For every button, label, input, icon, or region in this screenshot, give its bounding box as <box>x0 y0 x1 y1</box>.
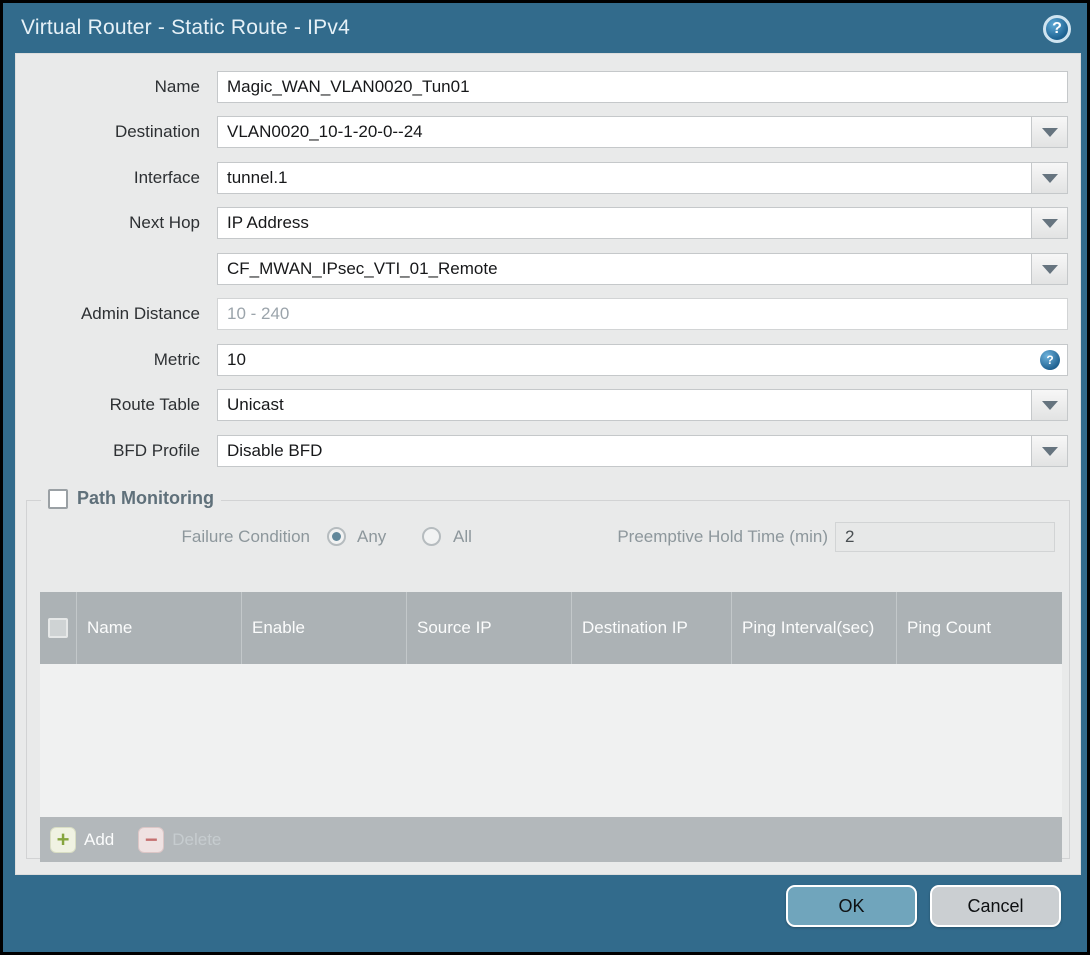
chevron-down-icon <box>1041 173 1058 183</box>
chevron-down-icon <box>1041 127 1058 137</box>
column-header-destination-ip: Destination IP <box>572 592 732 664</box>
chevron-down-icon <box>1041 400 1058 410</box>
route-table-input[interactable] <box>217 389 1032 421</box>
failure-condition-any-radio[interactable] <box>327 527 346 546</box>
bfd-profile-input[interactable] <box>217 435 1032 467</box>
next-hop-row: Next Hop <box>16 207 1080 239</box>
path-monitoring-checkbox[interactable] <box>48 488 68 509</box>
add-button-label: Add <box>84 829 115 849</box>
cancel-button[interactable]: Cancel <box>930 885 1061 927</box>
bfd-profile-label: BFD Profile <box>113 441 200 460</box>
dialog-title: Virtual Router - Static Route - IPv4 <box>21 16 350 39</box>
metric-input[interactable] <box>217 344 1068 376</box>
next-hop-type-input[interactable] <box>217 207 1032 239</box>
preemptive-hold-time-label: Preemptive Hold Time (min) <box>617 527 828 546</box>
plus-icon: + <box>50 826 76 853</box>
bfd-profile-dropdown-button[interactable] <box>1032 435 1068 467</box>
chevron-down-icon <box>1041 218 1058 228</box>
failure-condition-row: Failure Condition Any All Preemptive Hol… <box>27 522 1069 552</box>
name-label: Name <box>154 77 200 96</box>
destination-input[interactable] <box>217 116 1032 148</box>
column-header-source-ip: Source IP <box>407 592 572 664</box>
next-hop-type-dropdown-button[interactable] <box>1032 207 1068 239</box>
metric-row: Metric ? <box>16 344 1080 376</box>
dialog-window: Virtual Router - Static Route - IPv4 ? N… <box>3 3 1087 952</box>
dialog-body: Name Destination Interface <box>15 53 1081 875</box>
add-button[interactable]: + Add <box>50 826 115 853</box>
failure-condition-all-label: All <box>453 527 472 546</box>
column-header-ping-interval: Ping Interval(sec) <box>732 592 897 664</box>
interface-label: Interface <box>133 168 200 187</box>
metric-help-icon[interactable]: ? <box>1040 350 1060 370</box>
help-icon[interactable]: ? <box>1043 15 1071 43</box>
failure-condition-label: Failure Condition <box>181 527 310 546</box>
failure-condition-any-label: Any <box>357 527 387 546</box>
bfd-profile-row: BFD Profile <box>16 435 1080 467</box>
name-input[interactable] <box>217 71 1068 103</box>
table-body-empty <box>40 664 1062 817</box>
interface-row: Interface <box>16 162 1080 194</box>
path-monitoring-table: Name Enable Source IP Destination IP Pin… <box>40 592 1062 862</box>
destination-label: Destination <box>114 122 200 141</box>
path-monitoring-legend: Path Monitoring <box>41 488 221 509</box>
failure-condition-all-radio[interactable] <box>422 527 441 546</box>
column-header-enable: Enable <box>242 592 407 664</box>
chevron-down-icon <box>1041 446 1058 456</box>
admin-distance-input[interactable] <box>217 298 1068 330</box>
ok-button[interactable]: OK <box>786 885 917 927</box>
next-hop-address-dropdown-button[interactable] <box>1032 253 1068 285</box>
admin-distance-label: Admin Distance <box>80 304 200 323</box>
destination-dropdown-button[interactable] <box>1032 116 1068 148</box>
next-hop-label: Next Hop <box>129 213 200 232</box>
table-toolbar: + Add − Delete <box>40 817 1062 862</box>
path-monitoring-title: Path Monitoring <box>77 488 214 508</box>
route-table-dropdown-button[interactable] <box>1032 389 1068 421</box>
metric-label: Metric <box>153 350 200 369</box>
next-hop-address-input[interactable] <box>217 253 1032 285</box>
select-all-checkbox[interactable] <box>48 618 68 638</box>
name-row: Name <box>16 71 1080 103</box>
column-header-name: Name <box>77 592 242 664</box>
chevron-down-icon <box>1041 264 1058 274</box>
destination-row: Destination <box>16 116 1080 148</box>
delete-button[interactable]: − Delete <box>138 826 222 853</box>
interface-input[interactable] <box>217 162 1032 194</box>
next-hop-address-row <box>16 253 1080 285</box>
table-header-checkbox-cell <box>40 592 77 664</box>
admin-distance-row: Admin Distance <box>16 298 1080 330</box>
interface-dropdown-button[interactable] <box>1032 162 1068 194</box>
delete-button-label: Delete <box>172 829 222 849</box>
minus-icon: − <box>138 826 165 853</box>
preemptive-hold-time-input[interactable] <box>835 522 1055 552</box>
route-table-label: Route Table <box>109 395 200 414</box>
table-header: Name Enable Source IP Destination IP Pin… <box>40 592 1062 664</box>
route-table-row: Route Table <box>16 389 1080 421</box>
column-header-ping-count: Ping Count <box>907 618 992 638</box>
path-monitoring-section: Path Monitoring Failure Condition Any Al… <box>26 488 1070 862</box>
